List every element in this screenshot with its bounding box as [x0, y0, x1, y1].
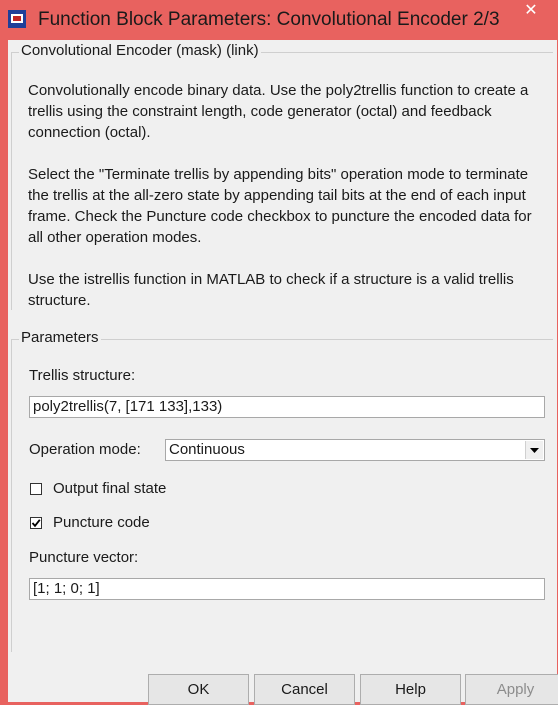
operation-mode-label: Operation mode: [29, 441, 141, 458]
puncture-code-checkbox[interactable] [30, 517, 42, 529]
ok-button[interactable]: OK [148, 674, 249, 705]
puncture-vector-input[interactable]: [1; 1; 0; 1] [29, 578, 545, 600]
trellis-structure-input[interactable]: poly2trellis(7, [171 133],133) [29, 396, 545, 418]
close-button[interactable]: ✕ [513, 0, 549, 24]
operation-mode-select[interactable]: Continuous [165, 439, 545, 461]
description-paragraph: Use the istrellis function in MATLAB to … [28, 271, 514, 309]
simulink-block-icon [8, 10, 26, 28]
checkmark-icon [31, 519, 41, 528]
output-final-state-label: Output final state [53, 480, 167, 497]
dialog-window: Function Block Parameters: Convolutional… [0, 0, 558, 705]
parameters-legend: Parameters [19, 329, 101, 346]
dialog-body: Convolutional Encoder (mask) (link) Conv… [8, 40, 558, 705]
apply-button[interactable]: Apply [465, 674, 558, 705]
dropdown-arrow[interactable] [525, 441, 543, 459]
puncture-vector-label: Puncture vector: [29, 549, 139, 566]
description-paragraph: Select the "Terminate trellis by appendi… [28, 166, 532, 246]
help-button[interactable]: Help [360, 674, 461, 705]
title-bar[interactable]: Function Block Parameters: Convolutional… [0, 0, 558, 40]
cancel-button[interactable]: Cancel [254, 674, 355, 705]
chevron-down-icon [530, 448, 539, 453]
puncture-code-label: Puncture code [53, 514, 150, 531]
output-final-state-checkbox[interactable] [30, 483, 42, 495]
mask-group-legend: Convolutional Encoder (mask) (link) [19, 42, 261, 59]
window-title: Function Block Parameters: Convolutional… [38, 9, 500, 30]
group-border [11, 52, 12, 310]
operation-mode-value: Continuous [169, 441, 245, 458]
group-border [11, 339, 12, 652]
trellis-structure-label: Trellis structure: [29, 367, 136, 384]
description-paragraph: Convolutionally encode binary data. Use … [28, 82, 529, 141]
